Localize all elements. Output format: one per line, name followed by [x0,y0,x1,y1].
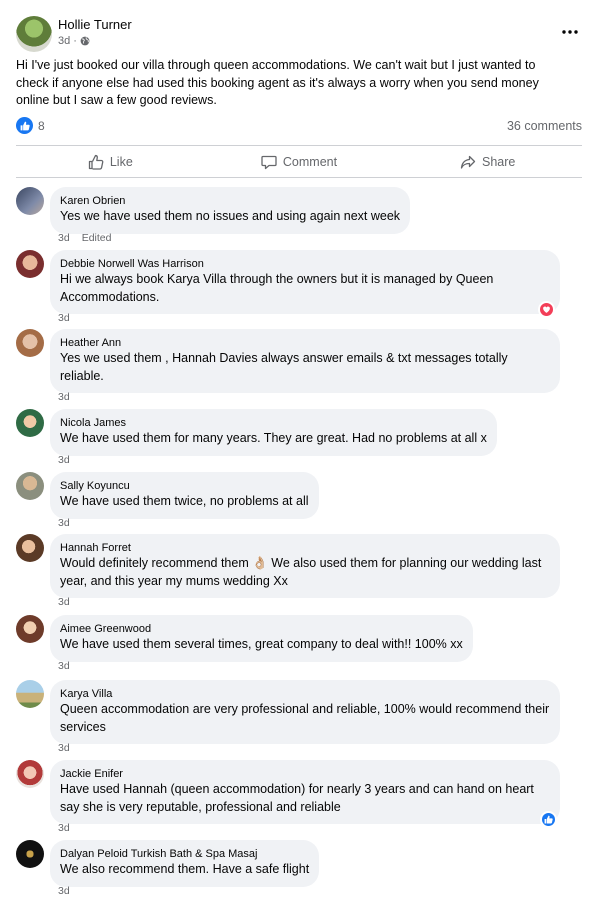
comment-bubble: Sally Koyuncu We have used them twice, n… [50,472,319,519]
more-options-icon [562,30,578,34]
author-avatar[interactable] [16,16,52,52]
comment-meta: 3d [58,517,70,529]
commenter-name[interactable]: Heather Ann [60,336,550,350]
comment-text: Queen accommodation are very professiona… [60,702,550,734]
globe-icon [80,36,90,46]
commenter-avatar[interactable] [16,409,44,437]
comment-label: Comment [282,154,338,169]
comment-time[interactable]: 3d [58,885,70,897]
like-reaction-badge[interactable] [16,117,33,134]
like-icon [544,815,553,824]
comment-meta: 3d [58,885,70,897]
love-icon [543,306,550,313]
comment-text: Would definitely recommend them 👌🏼 We al… [60,556,542,588]
comment-text: Yes we have used them no issues and usin… [60,209,401,223]
comment-bubble: Karya Villa Queen accommodation are very… [50,680,560,744]
comment-text: We have used them several times, great c… [60,637,463,651]
commenter-name[interactable]: Karen Obrien [60,194,400,208]
author-name[interactable]: Hollie Turner [58,17,132,32]
comment-text: We also recommend them. Have a safe flig… [60,862,310,876]
share-button[interactable]: Share [393,146,582,177]
comment-meta: 3d [58,454,70,466]
comment-button[interactable]: Comment [205,146,394,177]
post-header: Hollie Turner 3d · [16,16,584,52]
commenter-avatar[interactable] [16,250,44,278]
love-reaction-badge[interactable] [538,301,555,318]
commenter-avatar[interactable] [16,760,44,788]
comment-time[interactable]: 3d [58,742,70,754]
commenter-avatar[interactable] [16,615,44,643]
comment-text: We have used them for many years. They a… [60,431,487,445]
comment-time[interactable]: 3d [58,391,70,403]
comment-meta: 3d [58,391,70,403]
comment-bubble: Debbie Norwell Was Harrison Hi we always… [50,250,560,314]
comment-icon [261,155,277,169]
commenter-name[interactable]: Aimee Greenwood [60,622,463,636]
share-label: Share [482,154,516,169]
comment-time[interactable]: 3d [58,822,70,834]
commenter-name[interactable]: Nicola James [60,416,487,430]
commenter-name[interactable]: Jackie Enifer [60,767,550,781]
more-options-button[interactable] [556,22,584,42]
commenter-name[interactable]: Sally Koyuncu [60,479,309,493]
post-meta: 3d · [58,35,90,47]
comment-time[interactable]: 3d [58,660,70,672]
commenter-avatar[interactable] [16,187,44,215]
comment-time[interactable]: 3d [58,517,70,529]
comment-bubble: Jackie Enifer Have used Hannah (queen ac… [50,760,560,824]
commenter-avatar[interactable] [16,680,44,708]
comment-time[interactable]: 3d [58,454,70,466]
edited-label: Edited [81,232,112,244]
commenter-avatar[interactable] [16,840,44,868]
comment-time[interactable]: 3d [58,312,70,324]
like-icon [20,121,30,130]
comment-bubble: Hannah Forret Would definitely recommend… [50,534,560,598]
post-text: Hi I've just booked our villa through qu… [16,58,539,107]
post-time[interactable]: 3d [58,35,70,47]
comment-meta: 3d Edited [58,232,111,244]
reaction-count[interactable]: 8 [38,119,45,133]
comment-text: Hi we always book Karya Villa through th… [60,272,494,304]
commenter-avatar[interactable] [16,329,44,357]
comment-meta: 3d [58,660,70,672]
comment-meta: 3d [58,596,70,608]
comment-meta: 3d [58,312,70,324]
commenter-name[interactable]: Dalyan Peloid Turkish Bath & Spa Masaj [60,847,309,861]
comments-count[interactable]: 36 comments [507,119,582,133]
meta-separator: · [73,35,77,47]
comment-text: Have used Hannah (queen accommodation) f… [60,782,534,814]
commenter-name[interactable]: Hannah Forret [60,541,550,555]
comment-bubble: Dalyan Peloid Turkish Bath & Spa Masaj W… [50,840,320,887]
comment-meta: 3d [58,822,70,834]
comment-text: Yes we used them , Hannah Davies always … [60,351,508,383]
comment-bubble: Karen Obrien Yes we have used them no is… [50,187,411,234]
commenter-name[interactable]: Debbie Norwell Was Harrison [60,257,550,271]
comment-time[interactable]: 3d [58,596,70,608]
commenter-name[interactable]: Karya Villa [60,687,550,701]
comment-text: We have used them twice, no problems at … [60,494,309,508]
like-icon [88,154,104,170]
action-bar: Like Comment Share [16,145,582,178]
commenter-avatar[interactable] [16,472,44,500]
reactions-summary: 8 36 comments [16,117,582,135]
like-label: Like [109,154,133,169]
comment-time[interactable]: 3d [58,232,70,244]
like-button[interactable]: Like [16,146,205,177]
comment-bubble: Nicola James We have used them for many … [50,409,497,456]
comment-bubble: Heather Ann Yes we used them , Hannah Da… [50,329,560,393]
like-reaction-badge[interactable] [540,811,557,828]
commenter-avatar[interactable] [16,534,44,562]
share-icon [460,155,476,169]
comment-meta: 3d [58,742,70,754]
comment-bubble: Aimee Greenwood We have used them severa… [50,615,473,662]
